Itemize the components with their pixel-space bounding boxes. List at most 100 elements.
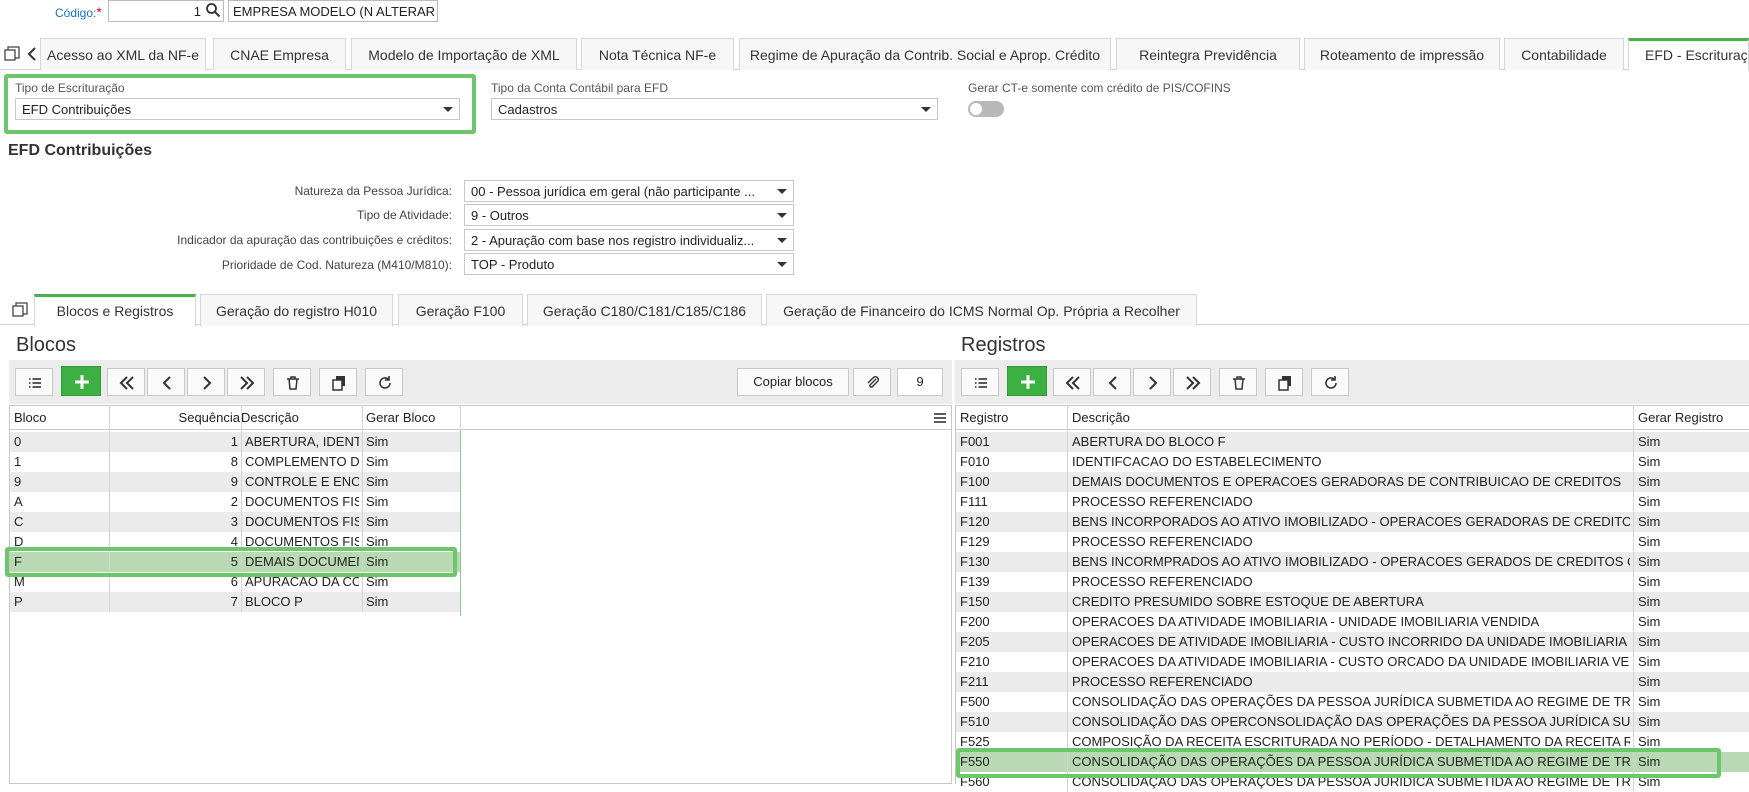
tab-roteamento[interactable]: Roteamento de impressão [1304, 38, 1500, 70]
table-row[interactable]: F111 PROCESSO REFERENCIADO Sim [956, 492, 1749, 512]
col-descricao[interactable]: Descrição [241, 410, 299, 425]
tipo-conta-select[interactable]: Cadastros [491, 98, 938, 120]
table-row[interactable]: F100 DEMAIS DOCUMENTOS E OPERACOES GERADO… [956, 472, 1749, 492]
table-row[interactable]: F001 ABERTURA DO BLOCO F Sim [956, 432, 1749, 452]
col-descricao[interactable]: Descrição [1072, 410, 1130, 425]
copiar-blocos-button[interactable]: Copiar blocos [737, 368, 849, 396]
tipo-atividade-label: Tipo de Atividade: [357, 208, 452, 222]
col-sequencia[interactable]: Sequência [110, 410, 240, 425]
cell-bloco: C [14, 514, 24, 529]
cell-bloco: P [14, 594, 23, 609]
gerar-cte-label: Gerar CT-e somente com crédito de PIS/CO… [968, 81, 1231, 95]
col-gerar-bloco[interactable]: Gerar Bloco [366, 410, 435, 425]
refresh-button[interactable] [1311, 368, 1349, 396]
first-record-button[interactable] [1053, 368, 1091, 396]
trash-icon [1233, 376, 1245, 390]
cell-registro: F200 [960, 614, 990, 629]
table-row[interactable]: F139 PROCESSO REFERENCIADO Sim [956, 572, 1749, 592]
table-row[interactable]: F150 CREDITO PRESUMIDO SOBRE ESTOQUE DE A… [956, 592, 1749, 612]
cell-gerar-registro: Sim [1638, 734, 1661, 749]
plus-icon [1021, 375, 1035, 389]
duplicate-button[interactable] [319, 368, 357, 396]
cell-gerar-registro: Sim [1638, 654, 1661, 669]
gerar-cte-toggle[interactable] [968, 101, 1004, 117]
cell-gerar-registro: Sim [1638, 614, 1661, 629]
next-record-button[interactable] [1133, 368, 1171, 396]
subtab-c180[interactable]: Geração C180/C181/C185/C186 [527, 294, 762, 326]
record-count: 9 [897, 368, 943, 396]
add-button[interactable] [61, 366, 101, 396]
delete-button[interactable] [273, 368, 311, 396]
table-row[interactable]: F010 IDENTIFCACAO DO ESTABELECIMENTO Sim [956, 452, 1749, 472]
table-row[interactable]: P 7 BLOCO P Sim [10, 592, 460, 612]
table-row[interactable]: C 3 DOCUMENTOS FISC Sim [10, 512, 460, 532]
tipo-escrituracao-select[interactable]: EFD Contribuições [15, 98, 460, 120]
blocos-toolbar: Copiar blocos 9 [9, 360, 952, 404]
cell-descricao: ABERTURA DO BLOCO F [1072, 434, 1226, 449]
cell-gerar-bloco: Sim [366, 454, 389, 469]
tab-regime-apuracao[interactable]: Regime de Apuração da Contrib. Social e … [739, 38, 1111, 70]
table-row[interactable]: F210 OPERACOES DA ATIVIDADE IMOBILIARIA -… [956, 652, 1749, 672]
required-mark: * [96, 4, 102, 20]
tab-nota-tecnica[interactable]: Nota Técnica NF-e [581, 38, 734, 70]
previous-record-button[interactable] [1093, 368, 1131, 396]
col-bloco[interactable]: Bloco [14, 410, 47, 425]
indicador-apuracao-select[interactable]: 2 - Apuração com base nos registro indiv… [464, 229, 794, 251]
blocos-grid: Bloco Sequência Descrição Gerar Bloco 0 1… [9, 405, 952, 784]
table-row[interactable]: F130 BENS INCORMPRADOS AO ATIVO IMOBILIZA… [956, 552, 1749, 572]
table-row[interactable]: 9 9 CONTROLE E ENCE Sim [10, 472, 460, 492]
subtab-f100[interactable]: Geração F100 [398, 294, 523, 326]
table-row[interactable]: 1 8 COMPLEMENTO DA Sim [10, 452, 460, 472]
table-row[interactable]: F205 OPERACOES DE ATIVIDADE IMOBILIARIA -… [956, 632, 1749, 652]
copy-window-icon[interactable] [12, 302, 28, 318]
copy-window-icon[interactable] [4, 46, 20, 62]
prioridade-select[interactable]: TOP - Produto [464, 253, 794, 275]
first-record-button[interactable] [107, 368, 145, 396]
duplicate-button[interactable] [1265, 368, 1303, 396]
empresa-field: EMPRESA MODELO (N ALTERAR [228, 0, 438, 22]
cell-gerar-bloco: Sim [366, 494, 389, 509]
table-row[interactable]: 0 1 ABERTURA, IDENTI Sim [10, 432, 460, 452]
delete-button[interactable] [1219, 368, 1257, 396]
cell-descricao: PROCESSO REFERENCIADO [1072, 574, 1253, 589]
next-record-button[interactable] [187, 368, 225, 396]
attachment-button[interactable] [853, 368, 891, 396]
tab-acesso-xml[interactable]: Acesso ao XML da NF-e [40, 38, 206, 70]
cell-registro: F139 [960, 574, 990, 589]
refresh-button[interactable] [365, 368, 403, 396]
subtab-blocos-registros[interactable]: Blocos e Registros [34, 294, 196, 327]
col-gerar-registro[interactable]: Gerar Registro [1638, 410, 1723, 425]
tipo-atividade-select[interactable]: 9 - Outros [464, 204, 794, 226]
table-row[interactable]: A 2 DOCUMENTOS FISC Sim [10, 492, 460, 512]
add-button[interactable] [1007, 366, 1047, 396]
cell-descricao: CONSOLIDAÇÃO DAS OPERAÇÕES DA PESSOA JUR… [1072, 694, 1630, 709]
tab-reintegra[interactable]: Reintegra Previdência [1116, 38, 1300, 70]
last-record-button[interactable] [1173, 368, 1211, 396]
table-row[interactable]: F510 CONSOLIDAÇÃO DAS OPERCONSOLIDAÇÃO DA… [956, 712, 1749, 732]
tab-cnae[interactable]: CNAE Empresa [213, 38, 346, 70]
table-row[interactable]: F200 OPERACOES DA ATIVIDADE IMOBILIARIA -… [956, 612, 1749, 632]
natureza-select[interactable]: 00 - Pessoa jurídica em geral (não parti… [464, 180, 794, 202]
main-tabbar: Acesso ao XML da NF-e CNAE Empresa Model… [0, 38, 1749, 71]
subtab-financeiro-icms[interactable]: Geração de Financeiro do ICMS Normal Op.… [766, 294, 1197, 326]
search-icon[interactable] [205, 2, 221, 18]
previous-record-button[interactable] [147, 368, 185, 396]
last-record-button[interactable] [227, 368, 265, 396]
subtab-h010[interactable]: Geração do registro H010 [200, 294, 393, 326]
list-view-button[interactable] [961, 368, 999, 396]
table-row[interactable]: F129 PROCESSO REFERENCIADO Sim [956, 532, 1749, 552]
table-row[interactable]: F500 CONSOLIDAÇÃO DAS OPERAÇÕES DA PESSOA… [956, 692, 1749, 712]
cell-registro: F130 [960, 554, 990, 569]
chevron-left-icon[interactable] [26, 47, 38, 61]
table-row[interactable]: F120 BENS INCORPORADOS AO ATIVO IMOBILIZA… [956, 512, 1749, 532]
column-menu-icon[interactable] [934, 413, 946, 423]
tab-modelo-importacao[interactable]: Modelo de Importação de XML [351, 38, 577, 70]
list-view-button[interactable] [15, 368, 53, 396]
duplicate-icon [332, 376, 345, 391]
tab-efd-escrituracao[interactable]: EFD - Escrituração [1628, 38, 1749, 71]
tab-contabilidade[interactable]: Contabilidade [1504, 38, 1624, 70]
efd-section-title: EFD Contribuições [8, 142, 153, 159]
table-row[interactable]: F211 PROCESSO REFERENCIADO Sim [956, 672, 1749, 692]
col-registro[interactable]: Registro [960, 410, 1008, 425]
cell-descricao: DOCUMENTOS FISC [245, 514, 359, 529]
